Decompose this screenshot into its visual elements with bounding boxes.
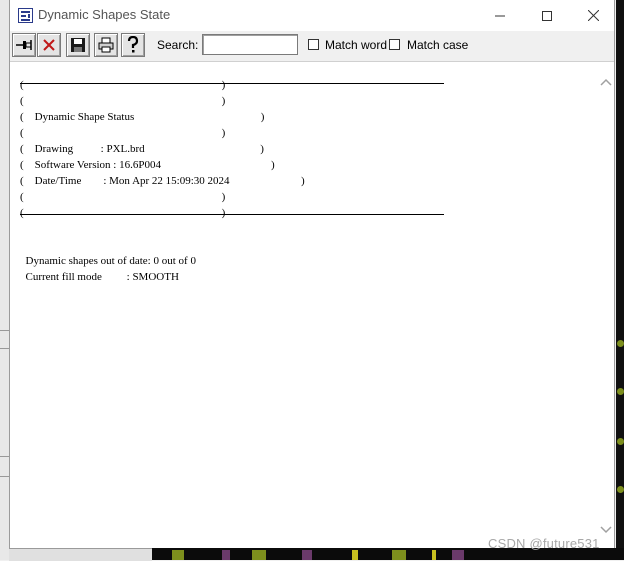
background-pcb-right-edge	[616, 0, 624, 560]
background-app-bottom	[9, 548, 152, 561]
out-of-date-label: Dynamic shapes out of date:	[25, 255, 151, 267]
title-bar[interactable]: Dynamic Shapes State	[10, 0, 614, 31]
minimize-icon	[495, 15, 505, 16]
save-icon	[71, 38, 85, 52]
print-button[interactable]	[94, 33, 118, 57]
match-word-label: Match word	[325, 38, 388, 52]
help-icon	[127, 36, 139, 53]
fill-mode-label: Current fill mode	[25, 271, 102, 283]
vertical-scrollbar[interactable]	[598, 62, 614, 548]
match-case-label: Match case	[407, 38, 469, 52]
help-button[interactable]	[121, 33, 145, 57]
fill-mode-value: SMOOTH	[132, 271, 179, 283]
close-icon	[587, 10, 599, 21]
chevron-up-icon	[600, 78, 612, 86]
report-header-title: Dynamic Shape Status	[34, 111, 135, 123]
pin-button[interactable]	[12, 33, 36, 57]
scroll-down-button[interactable]	[600, 524, 612, 536]
window-title: Dynamic Shapes State	[38, 7, 171, 22]
close-button[interactable]	[570, 0, 616, 31]
drawing-value: PXL.brd	[106, 143, 145, 155]
software-version-label: Software Version	[34, 159, 111, 171]
report-text-area[interactable]: ( ) ( ) ( Dynamic Shape Status) () (D…	[10, 61, 614, 548]
match-word-checkbox[interactable]	[308, 39, 319, 50]
close-x-icon	[43, 39, 55, 51]
print-icon	[98, 37, 114, 53]
toolbar: Search: Match word Match case	[10, 31, 614, 61]
datetime-value: Mon Apr 22 15:09:30 2024	[109, 175, 230, 187]
drawing-label: Drawing	[34, 143, 74, 155]
search-label: Search:	[157, 38, 199, 52]
chevron-down-icon	[600, 526, 612, 534]
app-icon	[18, 8, 33, 23]
watermark: CSDN @future531	[488, 536, 600, 551]
software-version-value: 16.6P004	[119, 159, 161, 171]
frame-left-paren: (	[20, 79, 24, 91]
dynamic-shapes-state-window: Dynamic Shapes State Search: Match word …	[9, 0, 615, 548]
maximize-button[interactable]	[524, 0, 570, 31]
report-text: ( ) ( ) ( Dynamic Shape Status) () (D…	[20, 79, 305, 283]
minimize-button[interactable]	[477, 0, 523, 31]
match-case-checkbox[interactable]	[389, 39, 400, 50]
datetime-label: Date/Time	[34, 175, 82, 187]
out-of-date-value: 0 out of 0	[153, 255, 196, 267]
scroll-up-button[interactable]	[600, 76, 612, 88]
maximize-icon	[542, 10, 552, 21]
save-button[interactable]	[66, 33, 90, 57]
close-report-button[interactable]	[37, 33, 61, 57]
search-input[interactable]	[202, 34, 298, 55]
pin-icon	[16, 40, 32, 50]
